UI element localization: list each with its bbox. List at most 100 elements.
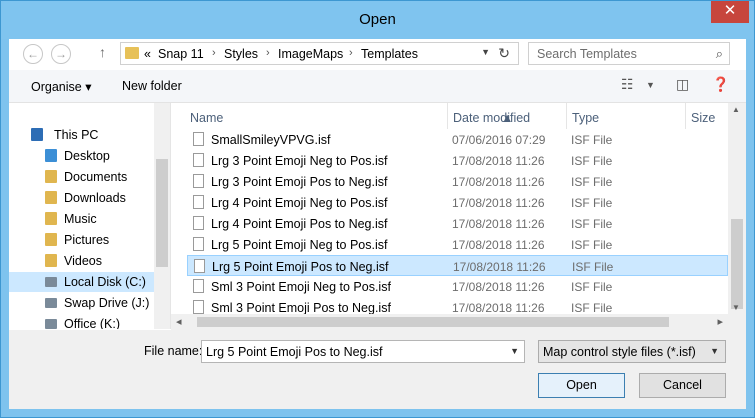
table-row[interactable]: Sml 3 Point Emoji Neg to Pos.isf 17/08/2… [187, 276, 728, 297]
dialog-client: ← → ↑ « Snap 11 › Styles › ImageMaps › T… [9, 39, 746, 409]
column-date-modified[interactable]: Date modified [453, 111, 530, 125]
forward-button[interactable]: → [51, 44, 71, 64]
file-type: ISF File [572, 260, 614, 274]
scroll-right-arrow-icon[interactable]: ▸ [717, 315, 723, 328]
horizontal-scrollbar-thumb[interactable] [197, 317, 669, 327]
column-separator[interactable] [685, 103, 686, 129]
nav-scrollbar-thumb[interactable] [156, 159, 168, 267]
computer-icon [31, 128, 43, 141]
file-date: 17/08/2018 11:26 [452, 280, 545, 294]
file-name-value: Lrg 5 Point Emoji Pos to Neg.isf [206, 345, 383, 359]
address-dropdown-icon[interactable]: ▼ [481, 47, 490, 57]
file-name: Sml 3 Point Emoji Neg to Pos.isf [211, 280, 391, 294]
table-row[interactable]: Lrg 4 Point Emoji Neg to Pos.isf 17/08/2… [187, 192, 728, 213]
breadcrumb-templates[interactable]: Templates [361, 47, 418, 61]
vertical-scrollbar-thumb[interactable] [731, 219, 743, 309]
file-icon [193, 237, 204, 251]
window-title: Open [359, 11, 396, 28]
cancel-button[interactable]: Cancel [639, 373, 726, 398]
table-row[interactable]: Lrg 3 Point Emoji Pos to Neg.isf 17/08/2… [187, 171, 728, 192]
table-row-selected[interactable]: Lrg 5 Point Emoji Pos to Neg.isf 17/08/2… [187, 255, 728, 276]
folder-icon [125, 47, 139, 59]
title-bar[interactable]: Open ✕ [1, 1, 754, 39]
up-button[interactable]: ↑ [99, 44, 106, 60]
column-separator[interactable] [447, 103, 448, 129]
scroll-left-arrow-icon[interactable]: ◂ [176, 315, 182, 328]
table-row[interactable]: Lrg 5 Point Emoji Neg to Pos.isf 17/08/2… [187, 234, 728, 255]
file-type: ISF File [571, 196, 613, 210]
file-name: SmallSmileyVPVG.isf [211, 133, 331, 147]
nav-item-label: Office (K:) [64, 317, 121, 329]
close-button[interactable]: ✕ [711, 1, 749, 23]
nav-item-swap-drive[interactable]: Swap Drive (J:) [9, 293, 154, 313]
file-name: Lrg 4 Point Emoji Pos to Neg.isf [211, 217, 388, 231]
breadcrumb-imagemaps[interactable]: ImageMaps [278, 47, 343, 61]
refresh-icon[interactable]: ↻ [498, 45, 510, 62]
table-row[interactable]: SmallSmileyVPVG.isf 07/06/2016 07:29 ISF… [187, 129, 728, 150]
file-date: 17/08/2018 11:26 [452, 196, 545, 210]
view-dropdown-icon[interactable]: ▼ [646, 80, 655, 90]
search-box[interactable]: Search Templates ⌕ [528, 42, 730, 65]
file-type: ISF File [571, 238, 613, 252]
new-folder-button[interactable]: New folder [122, 79, 182, 93]
file-icon [193, 153, 204, 167]
scroll-down-arrow-icon[interactable]: ▼ [732, 303, 740, 312]
scroll-up-arrow-icon[interactable]: ▲ [732, 105, 740, 114]
nav-item-local-disk[interactable]: Local Disk (C:) [9, 272, 154, 292]
file-icon [193, 279, 204, 293]
nav-item-label: Documents [64, 170, 128, 184]
pictures-folder-icon [45, 233, 57, 246]
open-button[interactable]: Open [538, 373, 625, 398]
file-list-horizontal-scrollbar[interactable]: ◂ ▸ [171, 314, 728, 330]
nav-item-this-pc[interactable]: This PC [9, 125, 154, 145]
nav-item-downloads[interactable]: Downloads [9, 188, 154, 208]
nav-item-desktop[interactable]: Desktop [9, 146, 154, 166]
file-type: ISF File [571, 175, 613, 189]
breadcrumb-separator[interactable]: › [266, 47, 270, 59]
preview-pane-icon[interactable]: ◫ [676, 76, 689, 93]
file-type: ISF File [571, 133, 613, 147]
breadcrumb-styles[interactable]: Styles [224, 47, 258, 61]
breadcrumb-overflow[interactable]: « [144, 47, 151, 61]
help-icon[interactable]: ❓ [712, 76, 729, 93]
file-name-input[interactable]: Lrg 5 Point Emoji Pos to Neg.isf ▼ [201, 340, 525, 363]
address-row: ← → ↑ « Snap 11 › Styles › ImageMaps › T… [9, 39, 746, 69]
nav-item-pictures[interactable]: Pictures [9, 230, 154, 250]
organise-button[interactable]: Organise ▾ [31, 79, 91, 94]
table-row[interactable]: Lrg 3 Point Emoji Neg to Pos.isf 17/08/2… [187, 150, 728, 171]
address-bar[interactable]: « Snap 11 › Styles › ImageMaps › Templat… [120, 42, 519, 65]
nav-item-label: Music [64, 212, 97, 226]
column-name[interactable]: Name [190, 111, 223, 125]
file-icon [193, 300, 204, 314]
table-row[interactable]: Lrg 4 Point Emoji Pos to Neg.isf 17/08/2… [187, 213, 728, 234]
file-type-filter-select[interactable]: Map control style files (*.isf) ▼ [538, 340, 726, 363]
nav-item-music[interactable]: Music [9, 209, 154, 229]
nav-item-office[interactable]: Office (K:) [9, 314, 154, 329]
nav-scrollbar[interactable] [154, 103, 170, 329]
file-name: Lrg 3 Point Emoji Neg to Pos.isf [211, 154, 388, 168]
file-type: ISF File [571, 280, 613, 294]
desktop-folder-icon [45, 149, 57, 162]
local-disk-icon [45, 277, 57, 287]
file-type: ISF File [571, 217, 613, 231]
file-list-vertical-scrollbar[interactable]: ▲ ▼ [728, 103, 746, 314]
open-dialog: Open ✕ ← → ↑ « Snap 11 › Styles › ImageM… [0, 0, 755, 418]
file-list: ▲ Name Date modified Type Size SmallSmil… [171, 103, 728, 314]
column-size[interactable]: Size [691, 111, 715, 125]
column-separator[interactable] [566, 103, 567, 129]
nav-item-videos[interactable]: Videos [9, 251, 154, 271]
videos-folder-icon [45, 254, 57, 267]
file-type: ISF File [571, 301, 613, 314]
nav-item-documents[interactable]: Documents [9, 167, 154, 187]
breadcrumb-snap11[interactable]: Snap 11 [158, 47, 204, 61]
column-type[interactable]: Type [572, 111, 599, 125]
nav-item-label: Desktop [64, 149, 110, 163]
file-date: 17/08/2018 11:26 [453, 260, 546, 274]
scrollbar-corner [728, 314, 746, 330]
back-button[interactable]: ← [23, 44, 43, 64]
breadcrumb-separator[interactable]: › [212, 47, 216, 59]
view-options-icon[interactable]: ☷ [621, 76, 634, 93]
breadcrumb-separator[interactable]: › [349, 47, 353, 59]
chevron-down-icon[interactable]: ▼ [510, 346, 519, 356]
table-row[interactable]: Sml 3 Point Emoji Pos to Neg.isf 17/08/2… [187, 297, 728, 314]
